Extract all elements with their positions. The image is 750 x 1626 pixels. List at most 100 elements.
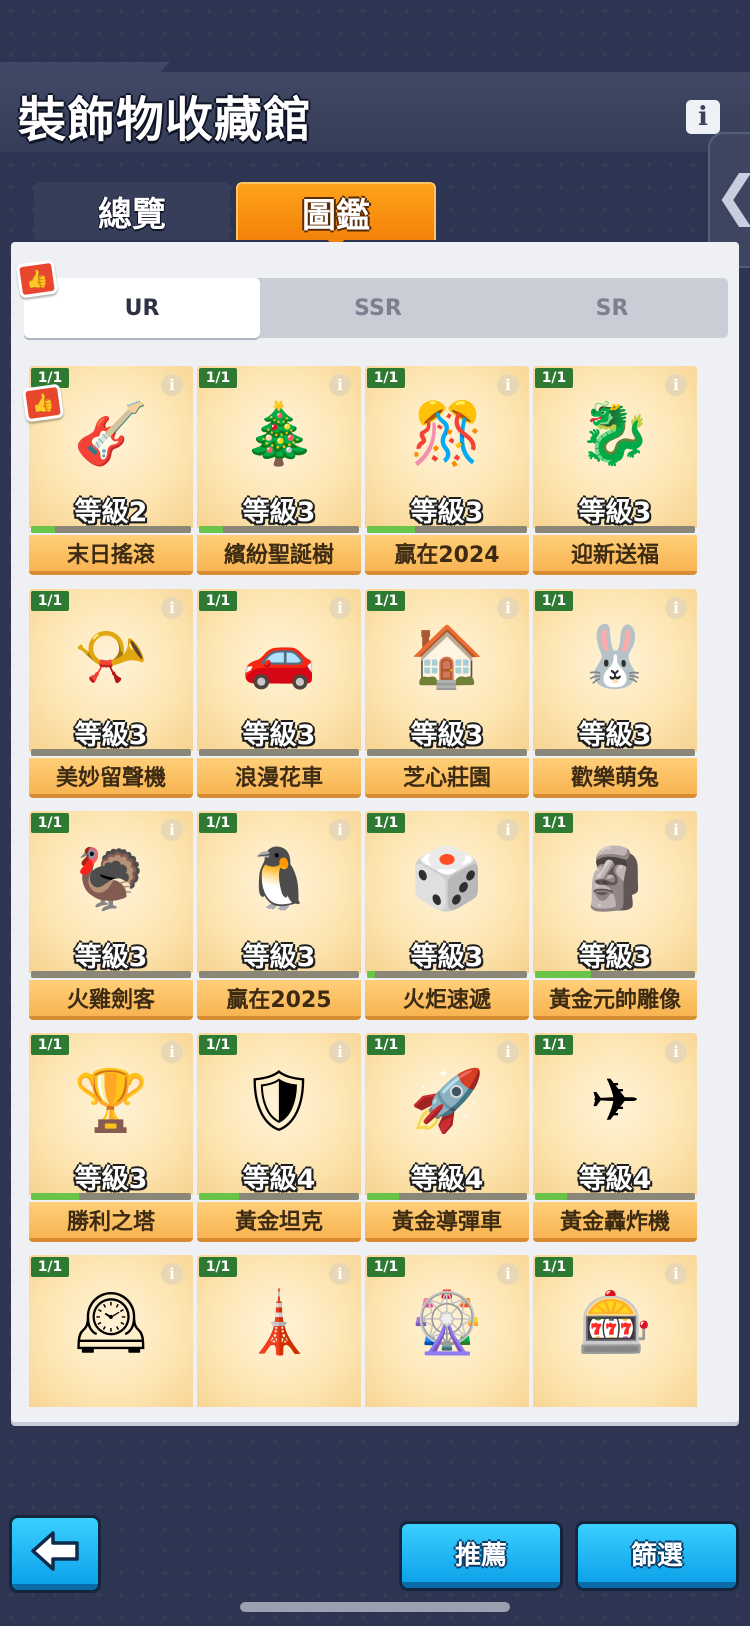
info-icon[interactable]: i [665, 597, 687, 619]
info-icon[interactable]: i [665, 1263, 687, 1285]
decoration-card[interactable]: 1/1 i 🗼 [197, 1255, 361, 1407]
decoration-card[interactable]: 1/1 i 🎊 等級3 贏在2024 [365, 366, 529, 581]
decoration-art: 🏠 [409, 622, 485, 692]
decoration-art: 🕰 [72, 1288, 150, 1358]
decoration-name: 黃金元帥雕像 [533, 980, 697, 1020]
level-progress-bar [31, 526, 191, 533]
info-icon: i [698, 102, 708, 132]
tab-rarity-ssr[interactable]: SSR [260, 278, 496, 338]
decoration-card[interactable]: 1/1 i 🎡 [365, 1255, 529, 1407]
decoration-card[interactable]: 1/1 i 🏠 等級3 芝心莊園 [365, 589, 529, 804]
decoration-name: 歡樂萌兔 [533, 758, 697, 798]
decoration-name: 迎新送福 [533, 535, 697, 575]
victory-tower-icon: 🏆 [71, 1061, 151, 1141]
filter-button[interactable]: 篩選 [578, 1524, 736, 1588]
decoration-card[interactable]: 1/1 i 🎰 [533, 1255, 697, 1407]
decoration-card[interactable]: 1/1 i 🚗 等級3 浪漫花車 [197, 589, 361, 804]
decoration-art: 🗿 [577, 844, 653, 914]
decoration-name: 末日搖滾 [29, 535, 193, 575]
info-icon[interactable]: i [161, 374, 183, 396]
decoration-card[interactable]: 1/1 i 🎄 等級3 繽紛聖誕樹 [197, 366, 361, 581]
decoration-art: 🎸 [73, 399, 149, 469]
info-icon[interactable]: i [665, 374, 687, 396]
level-label: 等級3 [74, 1164, 148, 1195]
las-vegas-sign-icon: 🎰 [575, 1283, 655, 1363]
info-icon[interactable]: i [497, 1041, 519, 1063]
decoration-name: 火炬速遞 [365, 980, 529, 1020]
decoration-art: 🚗 [241, 622, 317, 692]
decoration-name: 黃金導彈車 [365, 1202, 529, 1242]
dragon-icon: 🐉 [575, 394, 655, 474]
bunny-icon: 🐰 [575, 617, 655, 697]
decoration-name: 芝心莊園 [365, 758, 529, 798]
info-icon[interactable]: i [665, 819, 687, 841]
decoration-name: 黃金坦克 [197, 1202, 361, 1242]
decoration-card[interactable]: 1/1 i 📯 等級3 美妙留聲機 [29, 589, 193, 804]
golden-missile-truck-icon: 🚀 [407, 1061, 487, 1141]
info-icon[interactable]: i [329, 374, 351, 396]
level-progress-bar [31, 971, 191, 978]
decoration-card[interactable]: 1/1 i 🚀 等級4 黃金導彈車 [365, 1033, 529, 1248]
level-progress-bar [535, 1193, 695, 1200]
info-icon[interactable]: i [329, 597, 351, 619]
info-icon[interactable]: i [161, 1263, 183, 1285]
decoration-art: 🐰 [577, 622, 653, 692]
decoration-art: 🎰 [577, 1288, 653, 1358]
tab-overview[interactable]: 總覽 [34, 182, 230, 240]
level-progress-bar [199, 971, 359, 978]
decoration-art: 🎲 [409, 844, 485, 914]
decoration-art: 🎡 [409, 1288, 485, 1358]
level-label: 等級3 [242, 497, 316, 528]
owned-count-badge: 1/1 [367, 1257, 405, 1277]
decoration-card[interactable]: 1/1 i ✈ 等級4 黃金轟炸機 [533, 1033, 697, 1248]
info-icon[interactable]: i [329, 1041, 351, 1063]
info-button[interactable]: i [686, 100, 720, 134]
info-icon[interactable]: i [161, 1041, 183, 1063]
info-icon[interactable]: i [329, 1263, 351, 1285]
info-icon[interactable]: i [497, 819, 519, 841]
level-label: 等級3 [410, 720, 484, 751]
gramophone-icon: 📯 [71, 617, 151, 697]
level-progress-bar [367, 1193, 527, 1200]
decoration-card[interactable]: 1/1 i 🛡 等級4 黃金坦克 [197, 1033, 361, 1248]
decoration-card[interactable]: 1/1 i 🏆 等級3 勝利之塔 [29, 1033, 193, 1248]
tab-codex[interactable]: 圖鑑 [236, 182, 436, 240]
decoration-card[interactable]: 1/1 i 🎲 等級3 火炬速遞 [365, 811, 529, 1026]
decoration-card[interactable]: 1/1 i 🦃 等級3 火雞劍客 [29, 811, 193, 1026]
level-progress-fill [31, 526, 55, 533]
info-icon[interactable]: i [665, 1041, 687, 1063]
level-label: 等級3 [242, 942, 316, 973]
decoration-art: 🐧 [241, 844, 317, 914]
decoration-name: 浪漫花車 [197, 758, 361, 798]
back-button[interactable] [12, 1518, 98, 1590]
level-label: 等級3 [410, 497, 484, 528]
decoration-art: 🦃 [73, 844, 149, 914]
decoration-art: 🏆 [73, 1066, 149, 1136]
decoration-card[interactable]: 1/1 i 🐰 等級3 歡樂萌兔 [533, 589, 697, 804]
info-icon[interactable]: i [161, 597, 183, 619]
info-icon[interactable]: i [329, 819, 351, 841]
decoration-card[interactable]: 1/1 i 🕰 [29, 1255, 193, 1407]
decoration-art: 🎄 [241, 399, 317, 469]
decoration-art: 🚀 [409, 1066, 485, 1136]
info-icon[interactable]: i [161, 819, 183, 841]
torch-statue-icon: 🎲 [407, 839, 487, 919]
owned-count-badge: 1/1 [535, 1257, 573, 1277]
info-icon[interactable]: i [497, 1263, 519, 1285]
decoration-art: 🐉 [577, 399, 653, 469]
recommend-button[interactable]: 推薦 [402, 1524, 560, 1588]
tab-rarity-sr[interactable]: SR [496, 278, 728, 338]
tab-rarity-ur[interactable]: UR [24, 278, 260, 338]
info-icon[interactable]: i [497, 374, 519, 396]
decoration-card[interactable]: 1/1 i 🐧 等級3 贏在2025 [197, 811, 361, 1026]
decoration-card[interactable]: 1/1 i 🗿 等級3 黃金元帥雕像 [533, 811, 697, 1026]
level-progress-bar [367, 749, 527, 756]
info-icon[interactable]: i [497, 597, 519, 619]
owned-count-badge: 1/1 [535, 813, 573, 833]
level-progress-bar [199, 1193, 359, 1200]
level-progress-fill [367, 1193, 399, 1200]
level-label: 等級3 [74, 942, 148, 973]
decoration-card[interactable]: 1/1 i 🐉 等級3 迎新送福 [533, 366, 697, 581]
level-progress-fill [367, 971, 375, 978]
owned-count-badge: 1/1 [199, 1257, 237, 1277]
